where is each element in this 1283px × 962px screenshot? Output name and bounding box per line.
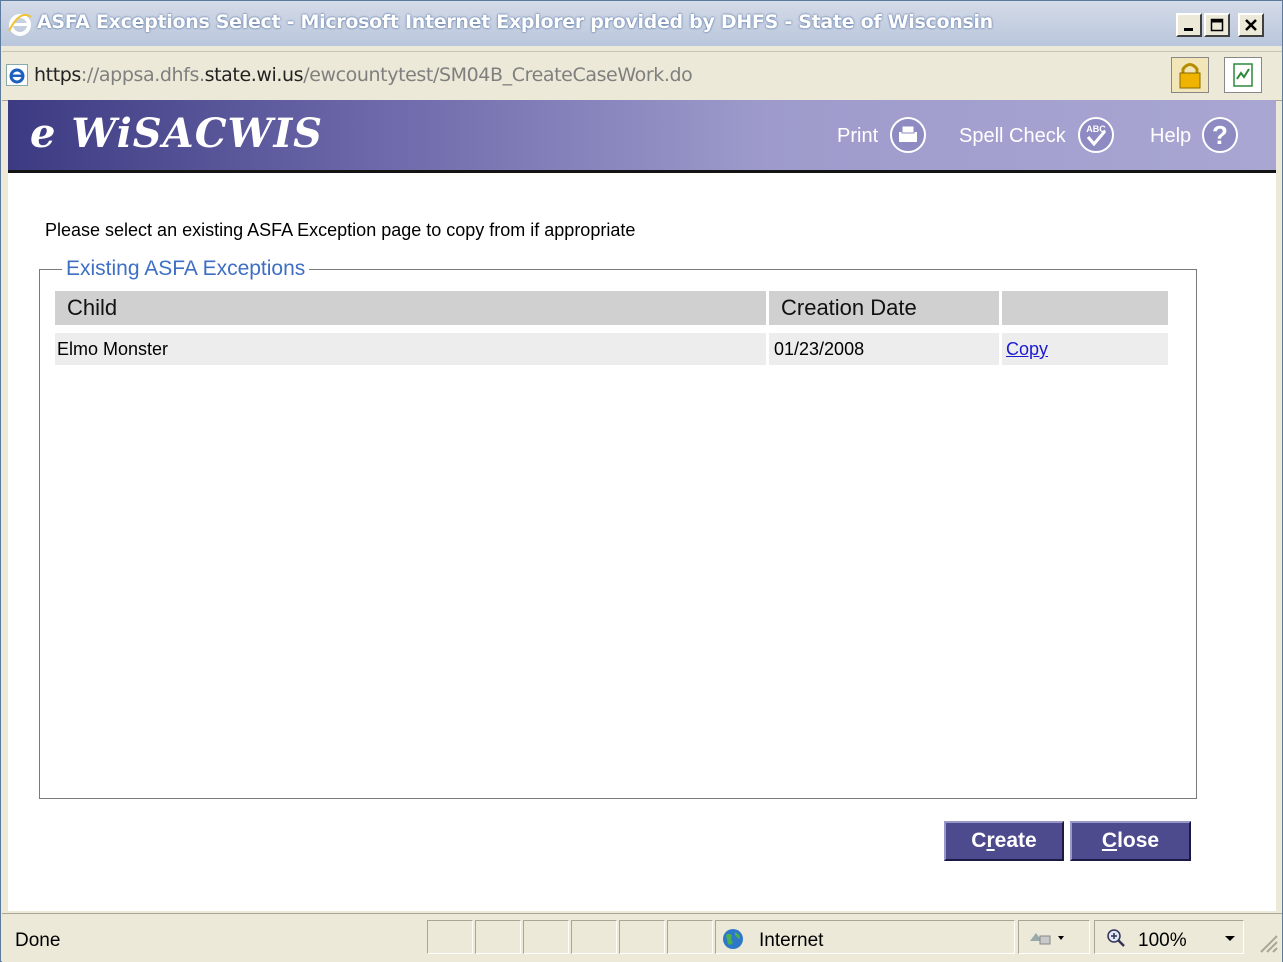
table-cell-action: Copy [1002, 333, 1168, 365]
url-separator: :// [80, 64, 99, 86]
status-pane [523, 920, 569, 954]
close-window-button[interactable] [1238, 13, 1264, 37]
url-path: /ewcountytest/SM04B_CreateCaseWork.do [303, 64, 693, 86]
page-ie-icon [6, 64, 28, 86]
maximize-icon [1210, 18, 1224, 32]
zoom-magnifier-icon [1107, 929, 1125, 947]
create-button[interactable]: Create [944, 821, 1064, 861]
app-header-banner: e WiSACWIS Print Spell Check ABC Help ? [8, 100, 1276, 173]
print-link[interactable]: Print [837, 125, 878, 148]
status-pane [427, 920, 473, 954]
status-pane [571, 920, 617, 954]
zoom-level-text: 100% [1138, 930, 1187, 951]
protected-mode-icon [1030, 933, 1064, 945]
status-bar: Done Internet 100% [2, 913, 1282, 962]
security-zone-text: Internet [759, 930, 824, 951]
svg-text:?: ? [1212, 120, 1228, 150]
spell-check-link[interactable]: Spell Check [959, 125, 1066, 148]
status-pane [619, 920, 665, 954]
minimize-icon [1184, 28, 1193, 31]
column-header-child: Child [55, 291, 766, 325]
question-icon[interactable]: ? [1200, 115, 1240, 155]
column-header-creation-date: Creation Date [769, 291, 999, 325]
create-label-accesskey: r [986, 829, 995, 852]
column-header-action [1002, 291, 1168, 325]
create-label-part: C [971, 829, 987, 852]
fieldset-legend: Existing ASFA Exceptions [62, 257, 310, 281]
certificate-icon [1233, 63, 1253, 87]
url-text[interactable]: https://appsa.dhfs.state.wi.us/ewcountyt… [34, 64, 693, 86]
minimize-button[interactable] [1176, 13, 1202, 37]
url-host-domain: state.wi.us [204, 64, 304, 86]
page-content: Please select an existing ASFA Exception… [8, 173, 1276, 911]
app-logo: e WiSACWIS [30, 110, 324, 157]
url-scheme: https [34, 64, 81, 86]
help-link[interactable]: Help [1150, 125, 1191, 148]
browser-window: ASFA Exceptions Select - Microsoft Inter… [0, 0, 1283, 962]
instruction-text: Please select an existing ASFA Exception… [45, 220, 636, 240]
close-icon [1245, 19, 1257, 31]
status-pane [475, 920, 521, 954]
close-label-part: lose [1117, 829, 1160, 852]
copy-link[interactable]: Copy [1006, 339, 1048, 359]
status-pane [667, 920, 713, 954]
chevron-down-icon [1225, 936, 1235, 941]
window-title: ASFA Exceptions Select - Microsoft Inter… [37, 11, 993, 33]
url-host-prefix: appsa.dhfs. [98, 64, 205, 86]
security-lock-button[interactable] [1171, 57, 1209, 93]
title-bar[interactable]: ASFA Exceptions Select - Microsoft Inter… [1, 1, 1282, 46]
certificate-button[interactable] [1224, 57, 1262, 93]
resize-grip-icon[interactable] [1257, 932, 1279, 954]
abc-check-icon[interactable]: ABC [1076, 115, 1116, 155]
table-cell-creation-date: 01/23/2008 [769, 333, 999, 365]
internet-explorer-icon [8, 13, 32, 36]
close-label-accesskey: C [1101, 829, 1118, 852]
printer-icon[interactable] [888, 115, 928, 155]
status-text: Done [15, 930, 61, 951]
create-label-part: eate [994, 829, 1037, 852]
maximize-button[interactable] [1204, 13, 1230, 37]
globe-icon [723, 929, 743, 949]
address-bar[interactable]: https://appsa.dhfs.state.wi.us/ewcountyt… [2, 51, 1282, 101]
close-button[interactable]: Close [1070, 821, 1191, 861]
lock-icon [1179, 63, 1201, 89]
table-cell-child: Elmo Monster [55, 333, 766, 365]
existing-exceptions-fieldset: Existing ASFA Exceptions Child Creation … [39, 257, 1197, 799]
